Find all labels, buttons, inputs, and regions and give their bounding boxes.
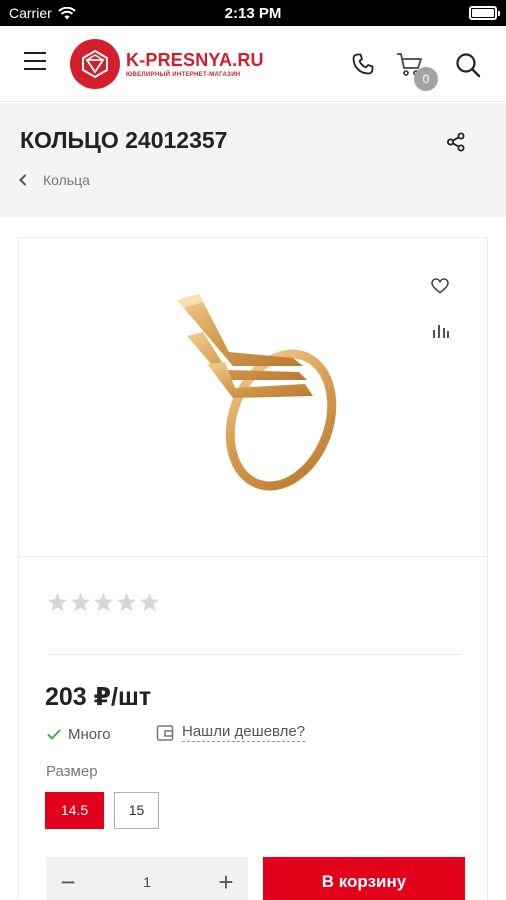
app-header: K-PRESNYA.RU ЮВЕЛИРНЫЙ ИНТЕРНЕТ-МАГАЗИН … [0,26,506,102]
logo-title: K-PRESNYA.RU [126,50,264,70]
product-image-ring[interactable] [163,292,343,502]
breadcrumb[interactable]: Кольца [19,172,90,188]
increase-quantity-button[interactable]: + [204,857,248,900]
chevron-left-icon [19,174,27,186]
found-cheaper-link[interactable]: Нашли дешевле? [156,723,306,742]
size-label: Размер [46,763,98,780]
search-icon[interactable] [455,52,481,78]
rating-stars[interactable] [47,592,160,613]
star-icon[interactable] [70,592,91,613]
size-option[interactable]: 15 [114,792,159,829]
logo[interactable]: K-PRESNYA.RU ЮВЕЛИРНЫЙ ИНТЕРНЕТ-МАГАЗИН [70,39,264,89]
battery-icon [469,6,500,20]
star-icon[interactable] [116,592,137,613]
title-section: КОЛЬЦО 24012357 Кольца [0,103,506,217]
star-icon[interactable] [47,592,68,613]
menu-icon[interactable] [24,52,48,72]
stock-status: Много [47,726,111,743]
phone-icon[interactable] [351,52,375,76]
share-icon[interactable] [446,132,466,152]
divider [47,654,461,655]
cart-count-badge: 0 [414,67,438,91]
wallet-icon [156,724,174,741]
logo-diamond-icon [70,39,120,89]
status-bar: Carrier 2:13 PM [0,0,506,26]
product-info-card: 203 ₽/шт Много Нашли дешевле? Размер 14.… [18,557,488,900]
product-image-card [18,237,488,557]
quantity-stepper: − 1 + [46,857,248,900]
size-option-selected[interactable]: 14.5 [45,792,104,829]
star-icon[interactable] [93,592,114,613]
price: 203 ₽/шт [45,683,152,711]
heart-icon[interactable] [431,278,449,294]
quantity-value[interactable]: 1 [90,857,204,900]
logo-subtitle: ЮВЕЛИРНЫЙ ИНТЕРНЕТ-МАГАЗИН [126,72,241,78]
compare-icon[interactable] [432,324,450,340]
check-icon [47,729,61,740]
clock: 2:13 PM [224,5,282,22]
decrease-quantity-button[interactable]: − [46,857,90,900]
page-title: КОЛЬЦО 24012357 [20,127,228,153]
stock-label: Много [68,726,111,743]
add-to-cart-button[interactable]: В корзину [263,857,465,900]
found-cheaper-label: Нашли дешевле? [182,723,306,742]
star-icon[interactable] [139,592,160,613]
breadcrumb-label: Кольца [43,172,90,188]
